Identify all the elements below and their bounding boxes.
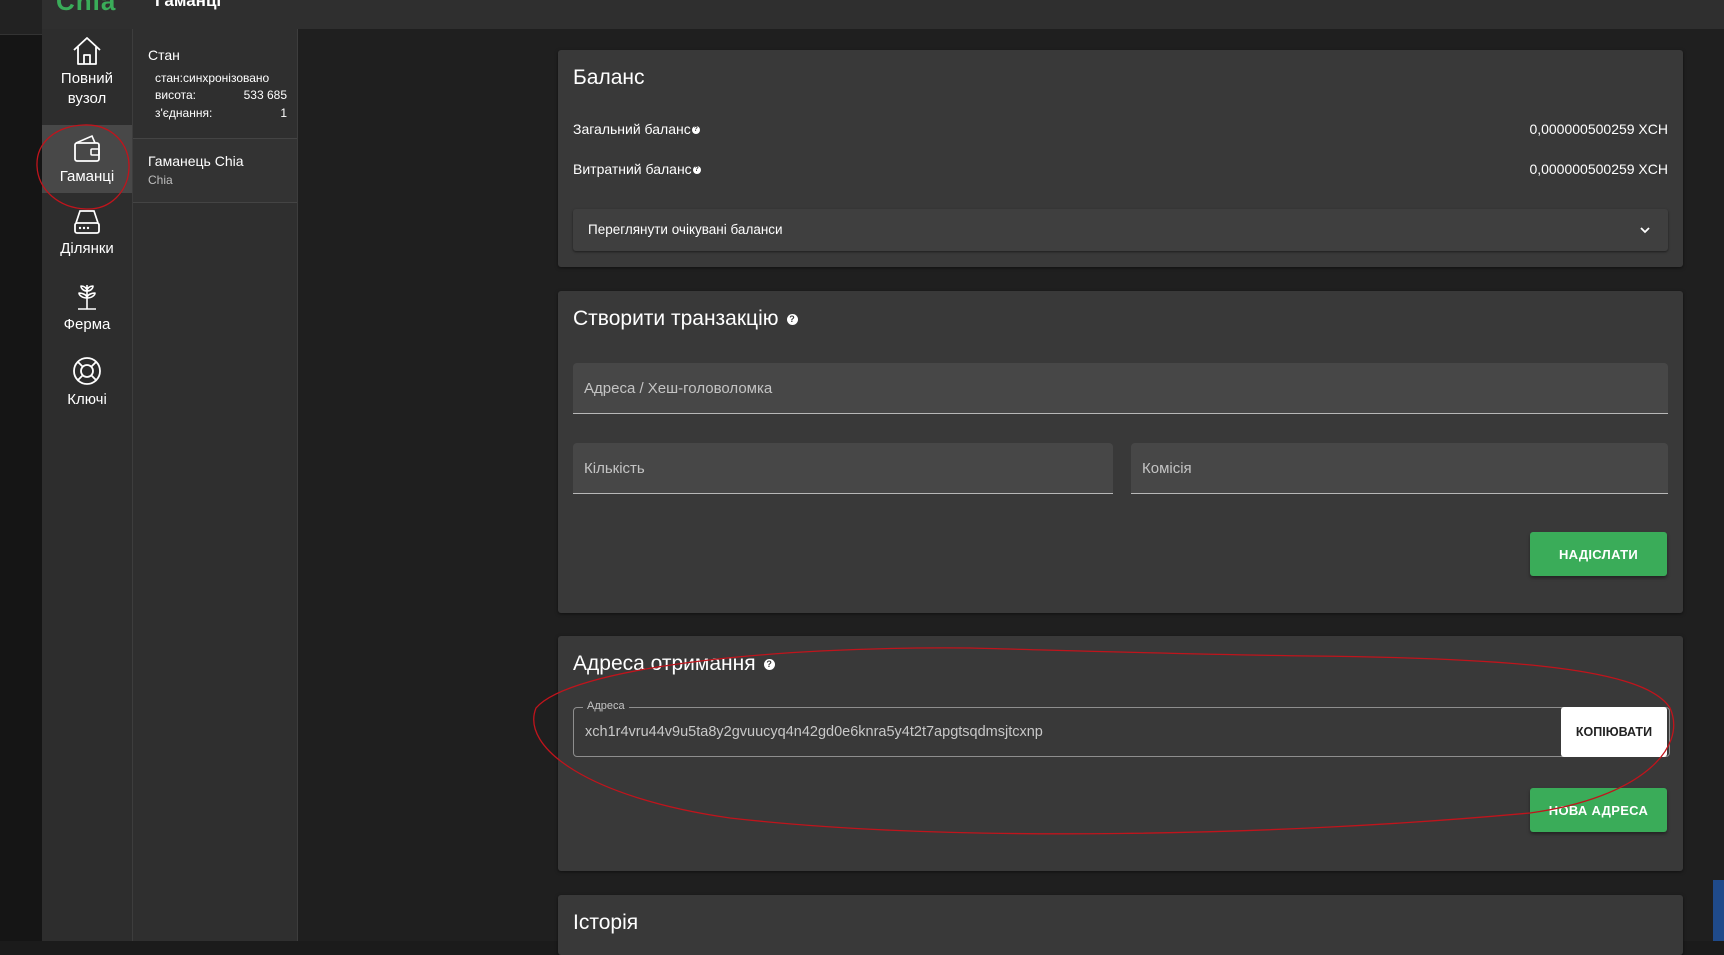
chia-logo: Chia — [56, 0, 117, 16]
help-icon[interactable]: ? — [786, 313, 798, 325]
lifebuoy-icon — [73, 357, 101, 385]
wallet-sidebar: Стан стан:синхронізовано висота: 533 685… — [133, 29, 298, 941]
app-header — [42, 0, 1724, 30]
desktop-edge — [1713, 880, 1724, 941]
help-icon[interactable]: ? — [691, 126, 700, 135]
annotation-ellipse — [533, 647, 1675, 835]
status-row-height: висота: 533 685 — [155, 88, 287, 102]
wallet-list-item[interactable]: Гаманець Chia Chia — [133, 139, 297, 203]
status-value: 1 — [280, 106, 287, 120]
status-value: 533 685 — [243, 88, 287, 102]
outer-desktop-strip-top — [0, 0, 42, 35]
send-button[interactable]: НАДІСЛАТИ — [1530, 532, 1667, 576]
fee-field[interactable] — [1131, 443, 1668, 494]
history-card: Історія — [558, 895, 1683, 955]
nav-label-full-node-line1: Повний — [60, 70, 114, 87]
total-balance-value: 0,000000500259 XCH — [1529, 121, 1668, 137]
nav-item-keys[interactable]: Ключі — [42, 354, 132, 420]
amount-input[interactable] — [573, 443, 1113, 493]
status-label: стан: — [155, 71, 183, 85]
help-icon[interactable]: ? — [692, 166, 701, 175]
sprout-icon — [78, 285, 96, 310]
nav-item-full-node[interactable]: Повний вузол — [42, 35, 132, 107]
spendable-balance-label-text: Витратний баланс — [573, 161, 692, 177]
spendable-balance-value: 0,000000500259 XCH — [1529, 161, 1668, 177]
spendable-balance-label: Витратний баланс? — [573, 161, 701, 177]
total-balance-label: Загальний баланс? — [573, 121, 700, 137]
nav-item-farm[interactable]: Ферма — [42, 281, 132, 347]
pending-balances-label: Переглянути очікувані баланси — [588, 222, 783, 237]
history-title: Історія — [573, 911, 639, 934]
status-title: Стан — [148, 47, 180, 63]
address-field[interactable] — [573, 363, 1668, 414]
wallet-type: Chia — [148, 173, 173, 187]
fee-input[interactable] — [1131, 443, 1668, 493]
nav-label-plots: Ділянки — [60, 240, 114, 257]
page-title: Гаманці — [155, 0, 222, 10]
nav-label-full-node-line2: вузол — [67, 90, 107, 107]
total-balance-label-text: Загальний баланс — [573, 121, 691, 137]
create-transaction-title: Створити транзакцію? — [573, 307, 798, 331]
wallet-name: Гаманець Chia — [148, 153, 244, 169]
status-row-connections: з'єднання: 1 — [155, 106, 287, 120]
create-transaction-card: Створити транзакцію? НАДІСЛАТИ — [558, 291, 1683, 613]
annotation-circle — [36, 124, 130, 210]
nav-label-keys: Ключі — [67, 391, 107, 408]
balance-title: Баланс — [573, 66, 645, 89]
home-icon — [73, 37, 101, 65]
balance-card: Баланс Загальний баланс? 0,000000500259 … — [558, 50, 1683, 267]
nav-item-plots[interactable]: Ділянки — [42, 207, 132, 273]
status-value: синхронізовано — [183, 71, 270, 85]
create-transaction-title-text: Створити транзакцію — [573, 307, 779, 330]
chevron-down-icon — [1640, 227, 1650, 234]
address-input[interactable] — [573, 363, 1668, 413]
pending-balances-accordion[interactable]: Переглянути очікувані баланси — [573, 209, 1668, 251]
status-label: висота: — [155, 88, 196, 102]
nav-label-farm: Ферма — [63, 316, 111, 333]
status-label: з'єднання: — [155, 106, 213, 120]
status-row-sync: стан:синхронізовано — [155, 71, 287, 85]
amount-field[interactable] — [573, 443, 1113, 494]
